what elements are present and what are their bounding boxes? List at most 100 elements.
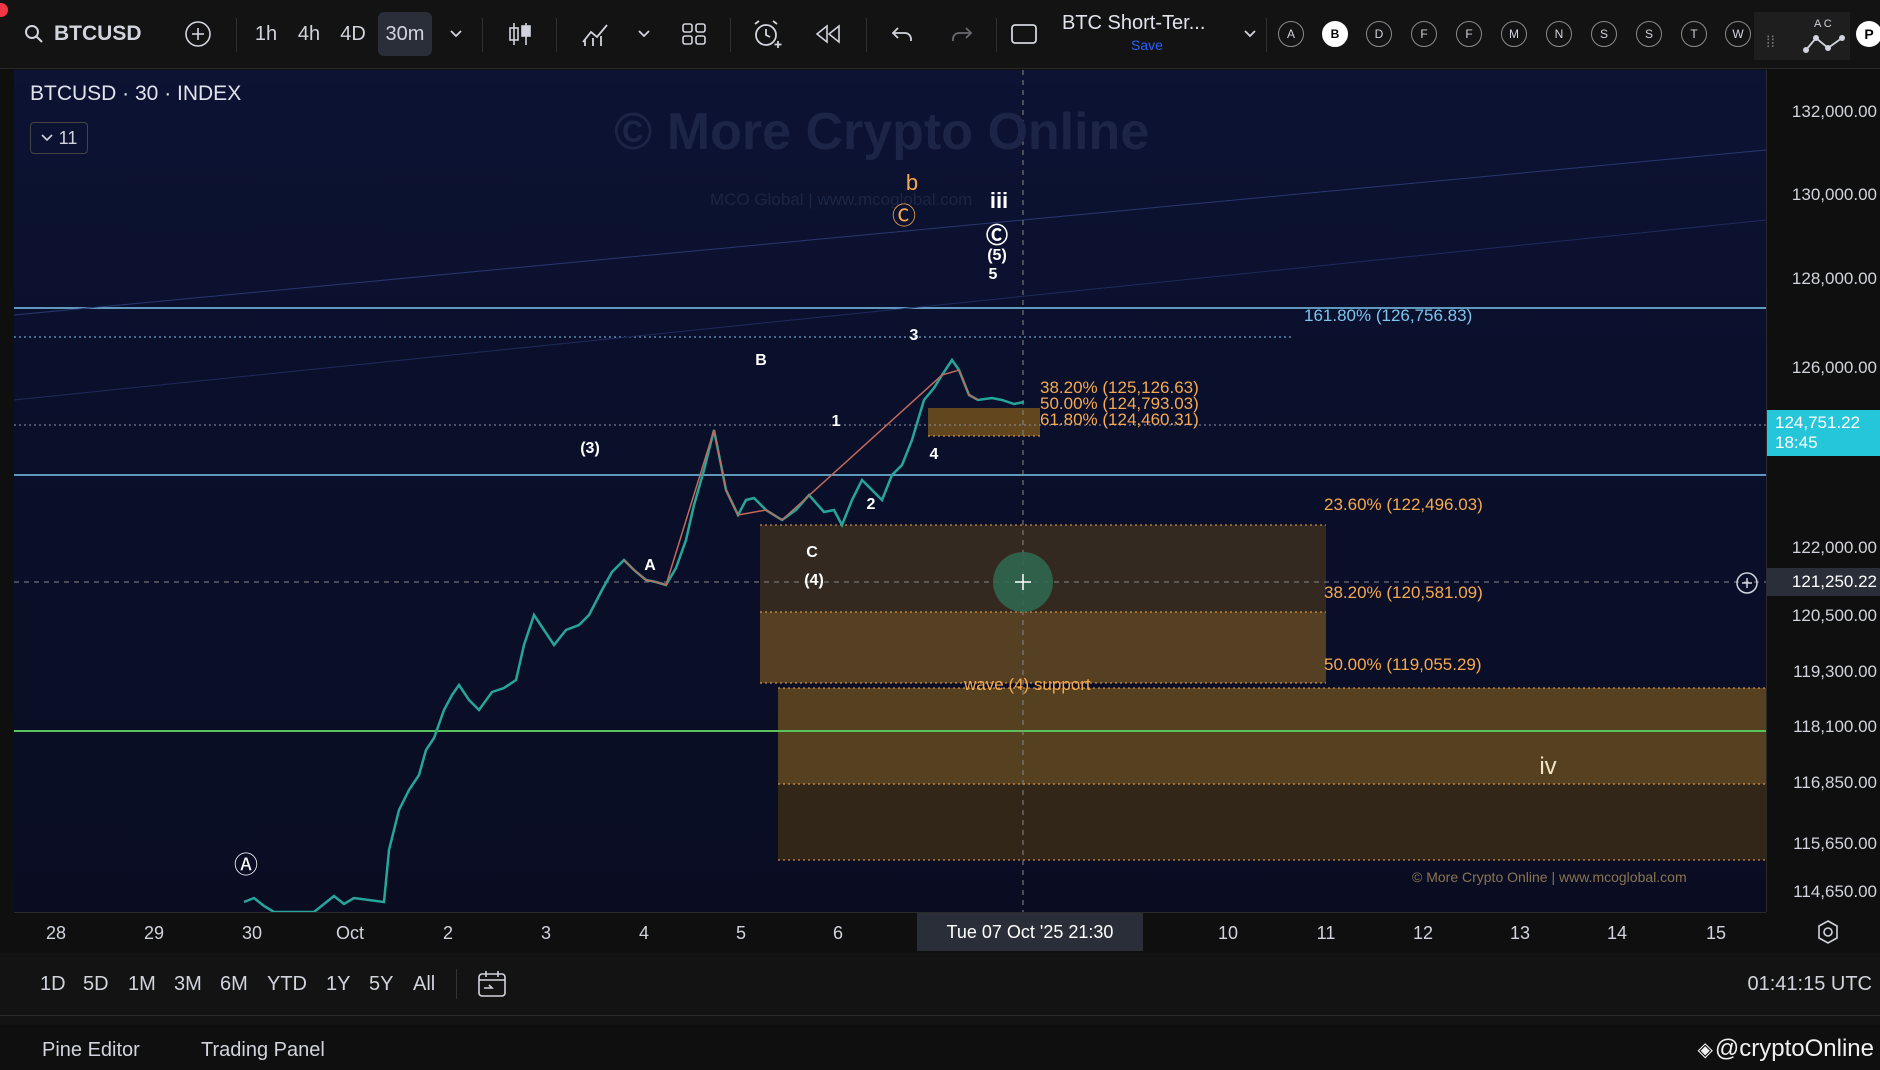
price-label: 116,850.00 [1793,773,1877,792]
plus-circle-icon [185,21,211,47]
date-label: 10 [1217,923,1239,943]
interval-30m[interactable]: 30m [378,12,432,56]
trend-line-upper [14,149,1766,316]
date-label: 13 [1509,923,1531,943]
date-label: 29 [143,923,165,943]
layout-dropdown[interactable] [1238,12,1262,56]
redo-icon [952,27,973,41]
range-toolbar: 1D 5D 1M 3M 6M YTD 1Y 5Y All 01:41:15 UT… [0,953,1880,1016]
undo-icon [891,27,912,41]
redo-button[interactable] [944,12,980,56]
tab-pine-editor[interactable]: Pine Editor [42,1039,140,1062]
fullscreen-button[interactable] [1008,12,1040,56]
chevron-down-icon [638,30,650,38]
date-label: 12 [1412,923,1434,943]
separator [730,18,731,52]
alert-badge-t[interactable]: T [1681,21,1707,47]
indicator-count: 11 [58,127,78,148]
price-label: 130,000.00 [1791,185,1877,204]
undo-button[interactable] [884,12,920,56]
alert-badge-m[interactable]: M [1501,21,1527,47]
time-axis[interactable]: 28 29 30 Oct 2 3 4 5 6 9 10 11 12 13 14 … [14,912,1766,953]
chart-settings-button[interactable] [1814,918,1844,948]
alert-badge-w[interactable]: W [1725,21,1751,47]
alert-badge-s2[interactable]: S [1636,21,1662,47]
layout-name-button[interactable]: BTC Short-Ter... Save [1062,12,1232,60]
separator [456,969,457,999]
wave-label-3-top: 3 [909,327,919,344]
date-label: 11 [1316,923,1336,943]
range-1m[interactable]: 1M [128,973,156,996]
alert-button[interactable] [748,12,788,56]
separator [996,18,997,52]
bottom-bar: 1D 5D 1M 3M 6M YTD 1Y 5Y All 01:41:15 UT… [0,953,1880,1070]
price-label: 122,000.00 [1791,538,1877,557]
alert-badge-n[interactable]: N [1546,21,1572,47]
alert-badge-s1[interactable]: S [1591,21,1617,47]
range-5y[interactable]: 5Y [369,973,393,996]
alert-badge-a[interactable]: A [1278,21,1304,47]
alert-badge-b[interactable]: B [1322,21,1348,47]
alert-badge-f1[interactable]: F [1411,21,1437,47]
candles-icon [509,23,531,45]
chevron-down-icon [450,30,462,38]
chart-type-button[interactable] [502,12,538,56]
fib-label-618-small: 61.80% (124,460.31) [1040,410,1199,429]
compare-symbol-button[interactable] [178,12,218,56]
chevron-down-icon [41,134,53,142]
wave-label-5: 5 [988,266,998,283]
wave-label-1: 1 [831,413,841,430]
interval-1h[interactable]: 1h [248,12,284,56]
goto-date-button[interactable] [476,969,508,1004]
wave-label-iii: iii [989,188,1009,213]
price-label: 128,000.00 [1791,269,1877,288]
indicators-button[interactable] [576,12,616,56]
indicators-icon [582,24,608,46]
range-5d[interactable]: 5D [83,973,109,996]
interval-4h[interactable]: 4h [290,12,328,56]
range-all[interactable]: All [413,973,435,996]
utc-clock[interactable]: 01:41:15 UTC [1747,973,1872,996]
price-label: 120,500.00 [1791,606,1877,625]
chart-pane[interactable]: BTCUSD · 30 · INDEX 11 © More Crypto Onl… [14,70,1766,912]
profile-avatar[interactable]: P [1856,21,1880,47]
price-label: 115,650.00 [1793,834,1877,853]
range-6m[interactable]: 6M [220,973,248,996]
alert-badge-d[interactable]: D [1366,21,1392,47]
alert-badge-f2[interactable]: F [1456,21,1482,47]
wave-label-3-paren: (3) [580,440,600,457]
range-ytd[interactable]: YTD [267,973,307,996]
gear-icon [1818,920,1838,944]
connected-nodes-icon [1803,35,1845,53]
separator [236,18,237,52]
wave-label-a-circle: Ⓐ [234,852,258,879]
wave-label-c-orange: Ⓒ [892,203,916,230]
separator [482,18,483,52]
alarm-clock-icon [754,20,782,48]
fib-label-382: 38.20% (120,581.09) [1324,583,1483,602]
date-label: Oct [335,923,365,943]
wave-label-b: b [905,170,919,195]
watermark-footer: © More Crypto Online | www.mcoglobal.com [1412,869,1687,885]
range-3m[interactable]: 3M [174,973,202,996]
replay-button[interactable] [808,12,848,56]
grid-icon [682,23,706,45]
range-1d[interactable]: 1D [40,973,66,996]
price-label: 119,300.00 [1793,662,1877,681]
range-1y[interactable]: 1Y [326,973,350,996]
interval-4d[interactable]: 4D [334,12,372,56]
indicators-dropdown[interactable] [632,12,656,56]
symbol-search[interactable]: BTCUSD [24,12,154,56]
notification-dot [0,3,8,17]
price-axis[interactable]: 132,000.00 130,000.00 128,000.00 126,000… [1766,70,1880,912]
tab-trading-panel[interactable]: Trading Panel [201,1039,325,1062]
interval-dropdown[interactable] [444,12,468,56]
drag-handle[interactable]: ⁞⁞ A C [1754,12,1850,60]
save-label: Save [1131,37,1163,53]
layout-grid-button[interactable] [676,12,712,56]
indicator-toggle-button[interactable]: 11 [30,122,88,154]
fib-zone-mid [760,612,1326,683]
ac-label: A C [1814,18,1832,30]
grip-icon: ⁞⁞ [1766,34,1775,51]
add-alert-button[interactable] [1734,570,1760,596]
